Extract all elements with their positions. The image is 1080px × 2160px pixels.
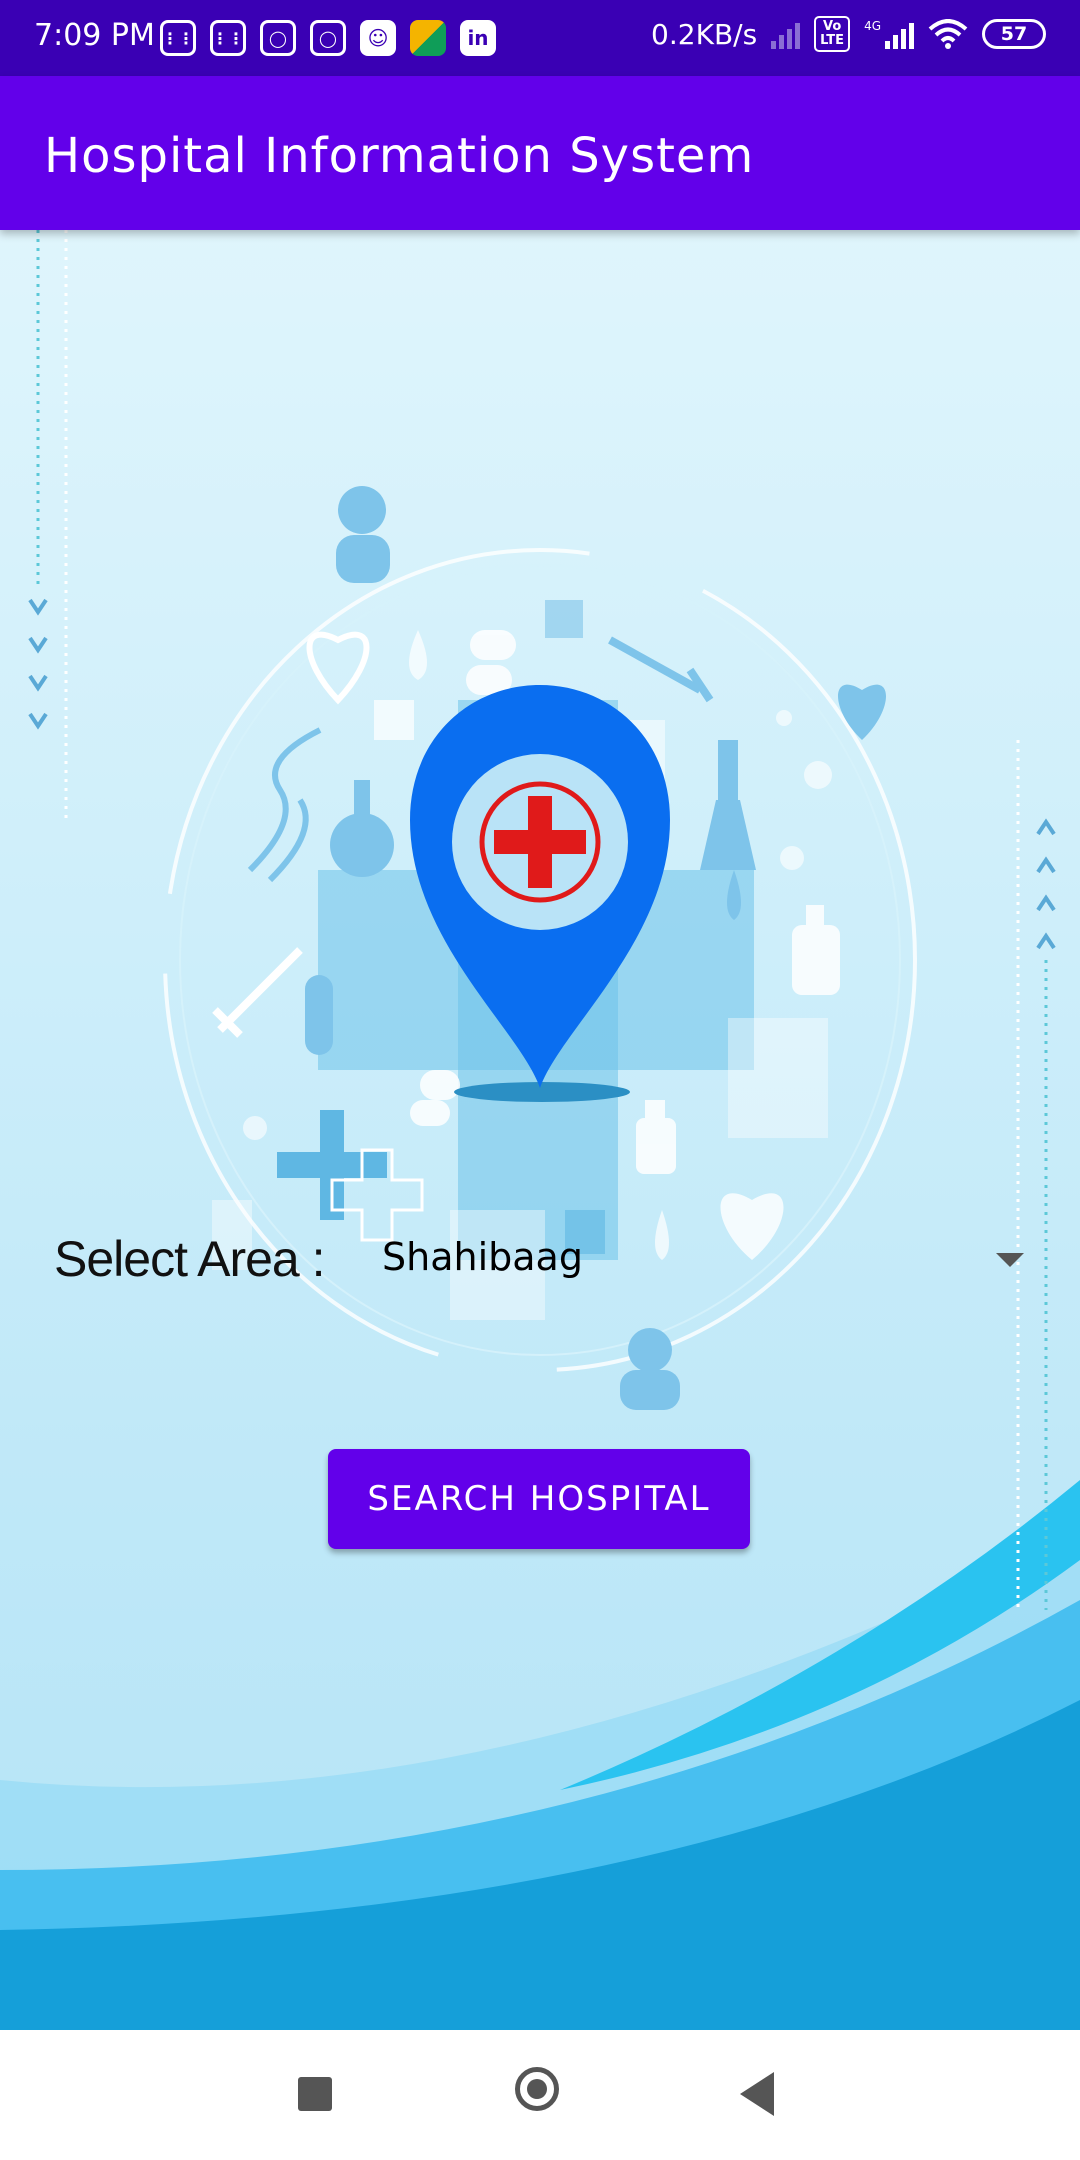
snapchat-icon: ☺ [360,20,396,56]
status-time: 7:09 PM [34,18,155,53]
battery-icon: 57 [982,19,1046,49]
signal-sim1-icon [771,19,801,49]
chevrons-up-icon [1036,818,1056,950]
bottle-icon [792,905,840,995]
syringe-icon [212,947,303,1038]
app-title: Hospital Information System [44,128,755,184]
background-illustration [0,230,1080,2030]
chevrons-down-icon [28,598,48,730]
home-icon[interactable] [515,2067,559,2111]
instagram-icon: ◯ [310,20,346,56]
pills-icon [410,1070,460,1126]
search-hospital-button[interactable]: SEARCH HOSPITAL [328,1449,750,1549]
status-right: 0.2KB/s Vo LTE 4G 57 [651,16,1046,52]
slides-icon [410,20,446,56]
notification-icons: ⋮⋮ ⋮⋮ ◯ ◯ ☺ in [160,20,496,56]
wifi-icon [928,19,968,49]
signal-sim2-icon: 4G [864,19,914,49]
back-icon[interactable] [740,2072,774,2116]
select-area-label: Select Area : [54,1231,325,1287]
dna-icon [247,727,322,883]
pills-icon [466,630,516,695]
status-bar: 7:09 PM ⋮⋮ ⋮⋮ ◯ ◯ ☺ in 0.2KB/s Vo LTE 4G … [0,0,1080,76]
network-type: 4G [864,19,881,33]
main-content: Select Area : Shahibaag SEARCH HOSPITAL [0,230,1080,2030]
calculator-icon: ⋮⋮ [160,20,196,56]
bottle-icon [636,1100,676,1174]
test-tube-icon [305,975,333,1055]
person-icon [620,1328,680,1410]
recent-apps-icon[interactable] [298,2077,332,2111]
linkedin-icon: in [460,20,496,56]
area-dropdown-value: Shahibaag [382,1235,583,1279]
flask-icon [330,780,394,877]
heart-icon [838,684,886,740]
network-speed: 0.2KB/s [651,17,758,51]
calculator-icon: ⋮⋮ [210,20,246,56]
app-bar: Hospital Information System [0,76,1080,230]
syringe-icon [608,636,714,703]
navigation-bar [0,2030,1080,2160]
instagram-icon: ◯ [260,20,296,56]
doctor-icon [336,486,390,583]
battery-level: 57 [1000,23,1028,45]
flask-icon [700,740,756,870]
heart-outline-icon [306,631,370,705]
volte-icon: Vo LTE [814,16,851,52]
area-dropdown[interactable]: Shahibaag [370,1225,1030,1297]
dropdown-arrow-icon [996,1253,1024,1267]
